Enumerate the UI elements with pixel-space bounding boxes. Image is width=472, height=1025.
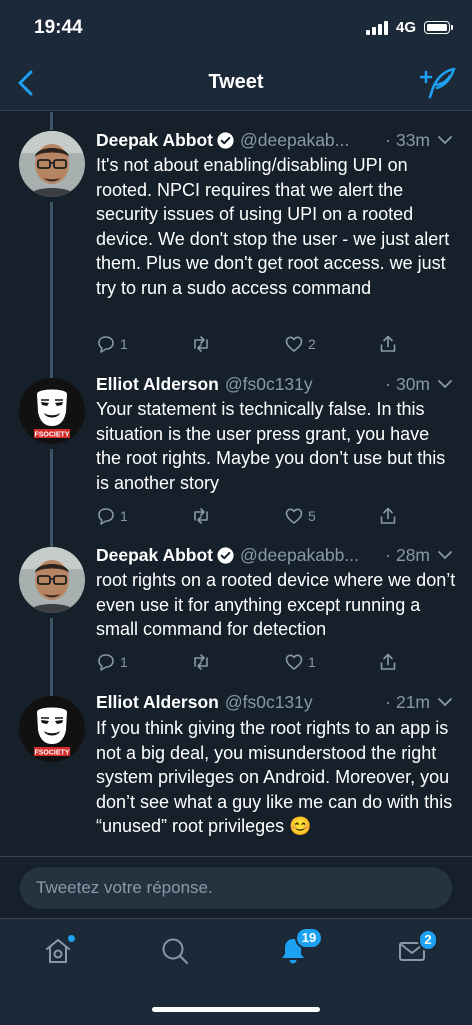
like-button[interactable]: 2 bbox=[284, 334, 316, 354]
author-handle[interactable]: @fs0c131y bbox=[225, 692, 313, 713]
retweet-button[interactable] bbox=[191, 334, 215, 354]
home-indicator-bar bbox=[152, 1007, 320, 1012]
reply-button[interactable]: 1 bbox=[96, 652, 128, 672]
share-icon bbox=[380, 507, 396, 524]
tweet[interactable]: FSOCIETY Elliot Alderson @fs0c131y · 30m… bbox=[0, 372, 472, 538]
reply-icon bbox=[98, 508, 114, 525]
tab-messages[interactable]: 2 bbox=[396, 929, 438, 971]
avatar[interactable]: FSOCIETY bbox=[19, 696, 85, 762]
tab-notifications[interactable]: 19 bbox=[277, 927, 323, 971]
chevron-down-icon[interactable] bbox=[438, 379, 452, 389]
share-button[interactable] bbox=[378, 652, 398, 672]
heart-icon bbox=[285, 654, 303, 670]
battery-icon bbox=[424, 21, 453, 34]
author-name[interactable]: Elliot Alderson bbox=[96, 374, 219, 395]
nav-bar: Tweet bbox=[0, 56, 472, 111]
tweet[interactable]: Deepak Abbot @deepakab... · 33m It's not… bbox=[0, 112, 472, 372]
tweet-actions: 1 2 bbox=[96, 334, 456, 358]
reply-icon bbox=[98, 654, 114, 671]
tweet-text: It's not about enabling/disabling UPI on… bbox=[96, 155, 450, 298]
reply-count: 1 bbox=[120, 508, 128, 524]
thread-line bbox=[50, 688, 53, 696]
retweet-button[interactable] bbox=[191, 652, 215, 672]
tweet-text: root rights on a rooted device where we … bbox=[96, 570, 456, 639]
tweet-actions: 1 1 bbox=[96, 652, 456, 676]
thread-line bbox=[50, 112, 53, 130]
tweet-time: · 28m bbox=[385, 544, 430, 565]
author-handle[interactable]: @fs0c131y bbox=[225, 374, 313, 395]
search-icon bbox=[162, 938, 188, 964]
chevron-down-icon[interactable] bbox=[438, 697, 452, 707]
status-time: 19:44 bbox=[34, 17, 83, 38]
avatar-photo bbox=[19, 547, 85, 613]
avatar-photo bbox=[19, 131, 85, 197]
tweet[interactable]: Deepak Abbot @deepakabb... · 28m root ri… bbox=[0, 538, 472, 688]
notifications-badge: 19 bbox=[295, 927, 323, 949]
tweet-text: If you think giving the root rights to a… bbox=[96, 718, 453, 836]
tweet-header: Deepak Abbot @deepakab... · 33m bbox=[96, 128, 452, 152]
share-button[interactable] bbox=[378, 506, 398, 526]
reply-button[interactable]: 1 bbox=[96, 506, 128, 526]
like-count: 5 bbox=[308, 508, 316, 524]
fsociety-label: FSOCIETY bbox=[34, 750, 69, 757]
page-title: Tweet bbox=[208, 71, 264, 93]
reply-button[interactable]: 1 bbox=[96, 334, 128, 354]
avatar[interactable] bbox=[19, 547, 85, 613]
tweet-text: Your statement is technically false. In … bbox=[96, 399, 446, 493]
like-count: 2 bbox=[308, 336, 316, 352]
tweet-time: · 30m bbox=[385, 373, 430, 394]
author-handle[interactable]: @deepakab... bbox=[240, 130, 349, 151]
thread-line bbox=[50, 449, 53, 538]
author-name[interactable]: Elliot Alderson bbox=[96, 692, 219, 713]
thread-line bbox=[50, 538, 53, 547]
reply-input[interactable] bbox=[20, 867, 452, 909]
verified-badge-icon bbox=[217, 131, 234, 149]
share-button[interactable] bbox=[378, 334, 398, 354]
tweet-header: Deepak Abbot @deepakabb... · 28m bbox=[96, 543, 452, 567]
fsociety-mask-icon: FSOCIETY bbox=[19, 378, 85, 444]
thread-line bbox=[50, 618, 53, 688]
retweet-button[interactable] bbox=[191, 506, 215, 526]
like-button[interactable]: 1 bbox=[284, 652, 316, 672]
retweet-icon bbox=[194, 508, 208, 524]
fsociety-label: FSOCIETY bbox=[34, 432, 69, 439]
retweet-icon bbox=[194, 336, 208, 352]
thread-line bbox=[50, 202, 53, 372]
share-icon bbox=[380, 335, 396, 352]
chevron-down-icon[interactable] bbox=[438, 550, 452, 560]
tab-search[interactable] bbox=[159, 935, 195, 971]
signal-icon bbox=[365, 20, 388, 35]
tweet-time: · 33m bbox=[385, 129, 430, 150]
fsociety-mask-icon: FSOCIETY bbox=[19, 696, 85, 762]
retweet-icon bbox=[194, 654, 208, 670]
author-name[interactable]: Deepak Abbot bbox=[96, 130, 213, 151]
verified-badge-icon bbox=[217, 546, 234, 564]
reply-count: 1 bbox=[120, 654, 128, 670]
heart-icon bbox=[285, 508, 303, 524]
author-handle[interactable]: @deepakabb... bbox=[240, 545, 359, 566]
avatar[interactable] bbox=[19, 131, 85, 197]
like-count: 1 bbox=[308, 654, 316, 670]
tweet-header: Elliot Alderson @fs0c131y · 30m bbox=[96, 372, 452, 396]
tweet-actions: 1 5 bbox=[96, 506, 456, 530]
tweet-header: Elliot Alderson @fs0c131y · 21m bbox=[96, 690, 452, 714]
like-button[interactable]: 5 bbox=[284, 506, 316, 526]
avatar[interactable]: FSOCIETY bbox=[19, 378, 85, 444]
tab-home[interactable] bbox=[42, 935, 78, 971]
compose-tweet-button[interactable] bbox=[419, 66, 456, 100]
compose-feather-icon bbox=[419, 67, 456, 99]
messages-badge: 2 bbox=[418, 929, 438, 951]
reply-bar bbox=[0, 856, 472, 919]
tweet[interactable]: FSOCIETY Elliot Alderson @fs0c131y · 21m… bbox=[0, 688, 472, 856]
author-name[interactable]: Deepak Abbot bbox=[96, 545, 213, 566]
tweet-time: · 21m bbox=[385, 691, 430, 712]
new-content-dot bbox=[68, 935, 75, 942]
reply-icon bbox=[98, 336, 114, 353]
chevron-down-icon[interactable] bbox=[438, 135, 452, 145]
network-type: 4G bbox=[395, 19, 416, 36]
share-icon bbox=[380, 653, 396, 670]
reply-count: 1 bbox=[120, 336, 128, 352]
status-bar: 19:44 4G bbox=[0, 0, 472, 56]
heart-icon bbox=[285, 336, 303, 352]
